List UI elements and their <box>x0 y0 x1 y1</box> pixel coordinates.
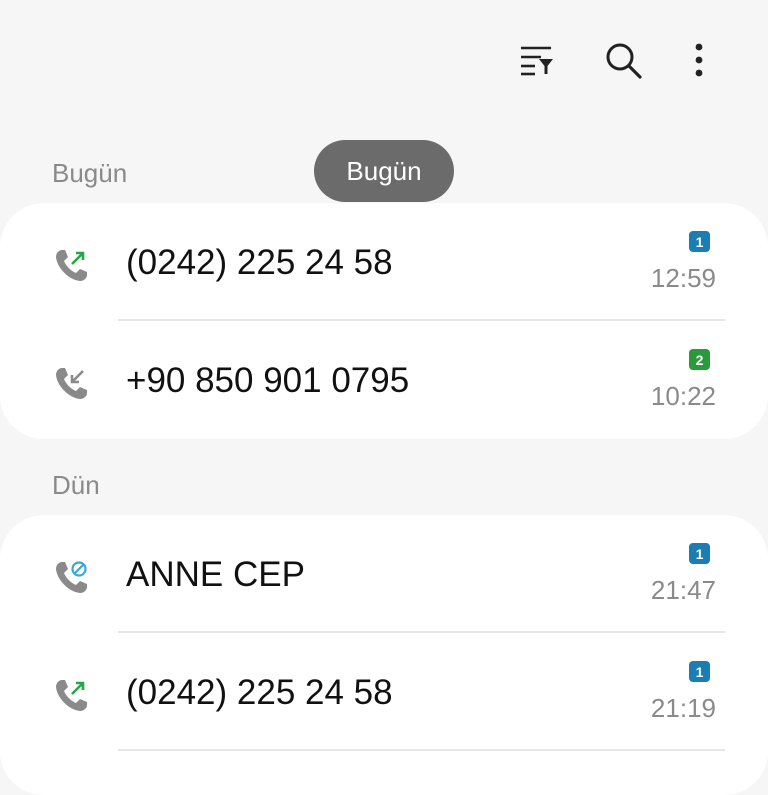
date-toast: Bugün <box>314 140 454 202</box>
outgoing-call-icon <box>52 245 92 285</box>
filter-list-icon[interactable] <box>515 38 559 82</box>
more-vert-icon[interactable] <box>677 38 721 82</box>
incoming-call-icon <box>52 363 92 403</box>
caller-name: (0242) 225 24 58 <box>126 673 393 712</box>
call-time: 21:47 <box>650 575 716 605</box>
section-header-today: Bugün <box>52 158 128 188</box>
caller-name: +90 850 901 0795 <box>126 361 410 400</box>
top-app-bar <box>0 0 768 120</box>
call-log-card: ANNE CEP 1 21:47 (0242) 225 24 58 1 21:1… <box>0 515 768 795</box>
blocked-call-icon <box>52 557 92 597</box>
call-log-row[interactable]: ANNE CEP 1 21:47 <box>0 515 768 633</box>
call-time: 21:19 <box>650 693 716 723</box>
sim-badge: 1 <box>689 661 710 682</box>
sim-badge: 1 <box>689 231 710 252</box>
section-header-yesterday: Dün <box>52 470 100 500</box>
call-log-row[interactable]: (0242) 225 24 58 1 21:19 <box>0 633 768 751</box>
caller-name: (0242) 225 24 58 <box>126 243 393 282</box>
call-time: 12:59 <box>650 263 716 293</box>
search-icon[interactable] <box>601 38 645 82</box>
sim-badge: 2 <box>689 349 710 370</box>
caller-name: ANNE CEP <box>126 555 305 594</box>
call-time: 10:22 <box>650 381 716 411</box>
sim-badge: 1 <box>689 543 710 564</box>
call-log-row[interactable]: +90 850 901 0795 2 10:22 <box>0 321 768 439</box>
call-log-card: (0242) 225 24 58 1 12:59 +90 850 901 079… <box>0 203 768 439</box>
divider <box>118 749 725 751</box>
call-log-row[interactable]: (0242) 225 24 58 1 12:59 <box>0 203 768 321</box>
outgoing-call-icon <box>52 675 92 715</box>
